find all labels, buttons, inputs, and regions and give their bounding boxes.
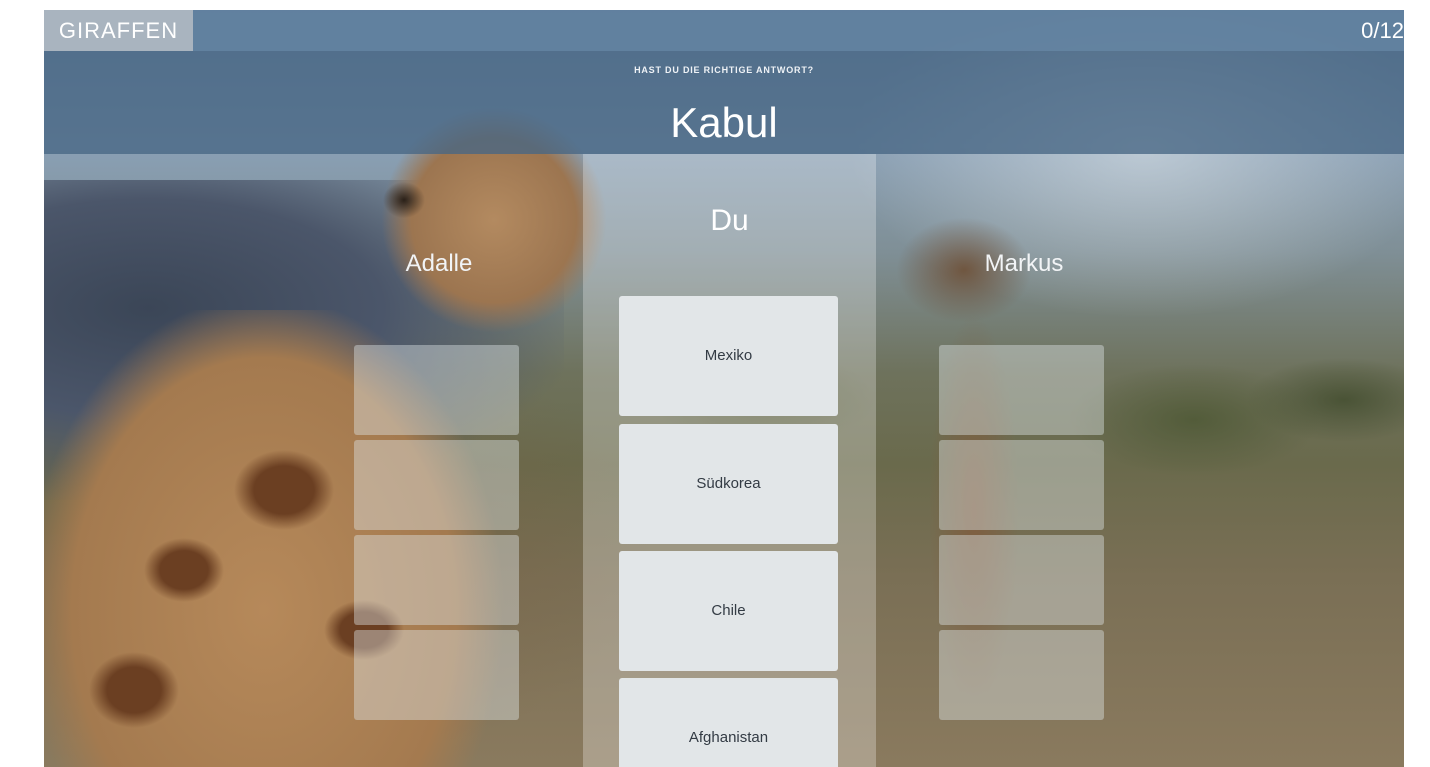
opponent-answer-slot bbox=[939, 630, 1104, 720]
answer-button-3[interactable]: Chile bbox=[619, 551, 838, 671]
opponent-name-left: Adalle bbox=[405, 250, 473, 277]
opponent-answer-slot bbox=[939, 535, 1104, 625]
question-panel: HAST DU DIE RICHTIGE ANTWORT? Kabul bbox=[44, 51, 1404, 154]
quiz-category-label: GIRAFFEN bbox=[44, 10, 193, 51]
opponent-column-right: Markus bbox=[919, 154, 1129, 767]
question-prompt: HAST DU DIE RICHTIGE ANTWORT? bbox=[634, 65, 814, 75]
opponent-column-left: Adalle bbox=[334, 154, 544, 767]
opponent-answer-slot bbox=[354, 630, 519, 720]
top-bar: GIRAFFEN 0/12 bbox=[44, 10, 1404, 51]
answer-button-2[interactable]: Südkorea bbox=[619, 424, 838, 544]
answer-button-4[interactable]: Afghanistan bbox=[619, 678, 838, 767]
game-stage: GIRAFFEN 0/12 HAST DU DIE RICHTIGE ANTWO… bbox=[44, 10, 1404, 767]
question-progress: 0/12 bbox=[1361, 18, 1404, 43]
opponent-answer-slot bbox=[939, 440, 1104, 530]
opponent-answer-slot bbox=[939, 345, 1104, 435]
question-text: Kabul bbox=[670, 99, 778, 146]
opponent-answer-slot bbox=[354, 345, 519, 435]
opponent-answer-slot bbox=[354, 440, 519, 530]
player-name-you: Du bbox=[710, 204, 749, 237]
answer-button-1[interactable]: Mexiko bbox=[619, 296, 838, 416]
player-column-you: Du Mexiko Südkorea Chile Afghanistan bbox=[583, 154, 876, 767]
opponent-answer-slot bbox=[354, 535, 519, 625]
opponent-name-right: Markus bbox=[984, 250, 1064, 277]
